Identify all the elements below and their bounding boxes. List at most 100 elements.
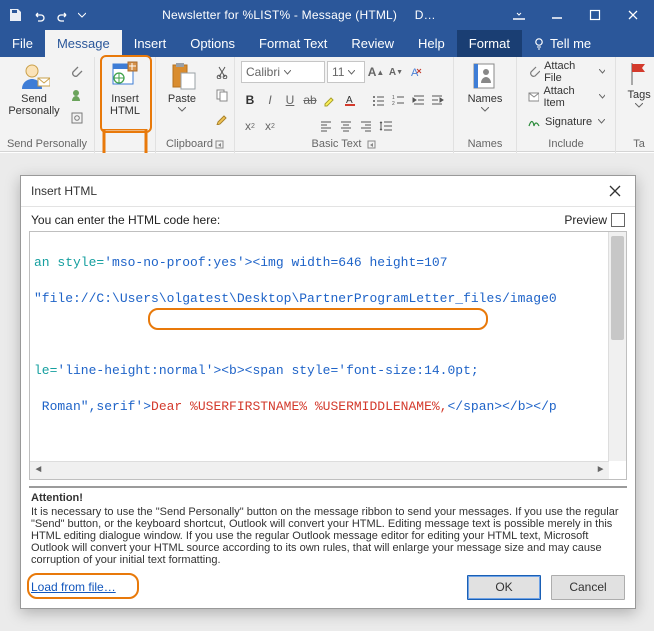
tab-options[interactable]: Options — [178, 30, 247, 57]
chevron-down-icon — [284, 70, 291, 75]
font-size-select[interactable]: 11 — [327, 61, 365, 83]
dialog-prompt: You can enter the HTML code here: — [31, 213, 220, 227]
bold-icon[interactable]: B — [241, 91, 259, 109]
dialog-title: Insert HTML — [31, 184, 97, 198]
tell-me[interactable]: Tell me — [522, 30, 601, 57]
settings-icon[interactable] — [66, 107, 88, 129]
minimize-button[interactable] — [540, 3, 574, 27]
preview-checkbox[interactable] — [611, 213, 625, 227]
tab-file[interactable]: File — [0, 30, 45, 57]
undo-icon[interactable] — [28, 4, 50, 26]
paperclip-icon — [527, 65, 540, 79]
attach-icon[interactable] — [66, 61, 88, 83]
cut-icon[interactable] — [211, 61, 233, 83]
tab-format[interactable]: Format — [457, 30, 522, 57]
save-icon[interactable] — [4, 4, 26, 26]
group-clipboard-label: Clipboard — [166, 136, 213, 152]
insert-html-button[interactable]: Insert HTML — [100, 59, 150, 119]
chevron-down-icon — [348, 70, 355, 75]
signature-button[interactable]: Signature — [523, 111, 609, 132]
scroll-left-icon[interactable]: ◄ — [30, 462, 47, 479]
signature-icon — [527, 115, 541, 129]
paste-label: Paste — [168, 93, 196, 105]
ok-button[interactable]: OK — [467, 575, 541, 600]
insert-html-icon — [110, 61, 140, 91]
attach-item-button[interactable]: Attach Item — [523, 86, 609, 107]
align-left-icon[interactable] — [317, 117, 335, 135]
close-button[interactable] — [616, 3, 650, 27]
indent-left-icon[interactable] — [409, 91, 427, 109]
attach-file-button[interactable]: Attach File — [523, 61, 609, 82]
line-spacing-icon[interactable] — [377, 117, 395, 135]
window-title: Newsletter for %LIST% - Message (HTML) D… — [96, 8, 502, 22]
tags-label: Tags — [627, 89, 650, 101]
send-personally-icon — [18, 61, 50, 91]
grow-font-icon[interactable]: A▲ — [367, 63, 385, 81]
superscript-icon[interactable]: x2 — [261, 117, 279, 135]
tags-button[interactable]: Tags — [622, 59, 654, 110]
redo-icon[interactable] — [52, 4, 74, 26]
strike-icon[interactable]: ab — [301, 91, 319, 109]
font-name-value: Calibri — [246, 65, 280, 79]
address-icon[interactable] — [66, 84, 88, 106]
tab-format-text[interactable]: Format Text — [247, 30, 339, 57]
dialog-launcher-icon[interactable] — [367, 140, 376, 149]
chevron-down-icon — [598, 119, 605, 124]
window-title-truncated: D… — [415, 8, 436, 22]
chevron-down-icon — [635, 103, 643, 108]
italic-icon[interactable]: I — [261, 91, 279, 109]
insert-html-dialog: Insert HTML You can enter the HTML code … — [20, 175, 636, 609]
align-center-icon[interactable] — [337, 117, 355, 135]
ribbon: Send Personally Send Personally Insert H… — [0, 57, 654, 152]
ribbon-tabs: File Message Insert Options Format Text … — [0, 30, 654, 57]
font-name-select[interactable]: Calibri — [241, 61, 325, 83]
svg-text:2: 2 — [392, 101, 395, 107]
tab-help[interactable]: Help — [406, 30, 457, 57]
paste-icon — [167, 61, 197, 91]
tell-me-label: Tell me — [550, 36, 591, 51]
underline-icon[interactable]: U — [281, 91, 299, 109]
send-personally-button[interactable]: Send Personally — [6, 59, 62, 119]
insert-html-label: Insert HTML — [110, 93, 140, 117]
dialog-launcher-icon[interactable] — [215, 140, 224, 149]
names-button[interactable]: Names — [460, 59, 510, 114]
send-personally-label: Send Personally — [8, 93, 59, 117]
vertical-scrollbar[interactable] — [608, 232, 626, 461]
dialog-close-button[interactable] — [601, 180, 629, 202]
ribbon-options-icon[interactable] — [502, 3, 536, 27]
chevron-down-icon — [481, 107, 489, 112]
indent-right-icon[interactable] — [429, 91, 447, 109]
horizontal-scrollbar[interactable]: ◄► — [30, 461, 609, 479]
font-color-icon[interactable]: A — [341, 91, 359, 109]
clear-formatting-icon[interactable]: A — [407, 63, 425, 81]
tab-review[interactable]: Review — [339, 30, 406, 57]
paste-button[interactable]: Paste — [157, 59, 207, 114]
align-right-icon[interactable] — [357, 117, 375, 135]
maximize-button[interactable] — [578, 3, 612, 27]
flag-icon — [628, 61, 650, 87]
attach-file-label: Attach File — [544, 60, 593, 84]
copy-icon[interactable] — [211, 84, 233, 106]
font-size-value: 11 — [332, 65, 344, 79]
shrink-font-icon[interactable]: A▼ — [387, 63, 405, 81]
bullets-icon[interactable] — [369, 91, 387, 109]
html-code-editor[interactable]: an style='mso-no-proof:yes'><img width=6… — [29, 231, 627, 480]
attention-title: Attention! — [31, 492, 625, 504]
scroll-right-icon[interactable]: ► — [592, 462, 609, 479]
group-send-personally-label: Send Personally — [7, 135, 87, 153]
group-include-label: Include — [548, 135, 583, 153]
tab-insert[interactable]: Insert — [122, 30, 179, 57]
format-painter-icon[interactable] — [211, 107, 233, 129]
numbering-icon[interactable]: 12 — [389, 91, 407, 109]
load-from-file-link[interactable]: Load from file… — [31, 580, 116, 594]
group-names-label: Names — [468, 135, 503, 153]
cancel-button[interactable]: Cancel — [551, 575, 625, 600]
attention-panel: Attention! It is necessary to use the "S… — [29, 486, 627, 566]
subscript-icon[interactable]: x2 — [241, 117, 259, 135]
qat-more-icon[interactable] — [76, 4, 88, 26]
lightbulb-icon — [532, 37, 546, 51]
tab-message[interactable]: Message — [45, 30, 122, 57]
highlight-icon[interactable] — [321, 91, 339, 109]
window-title-text: Newsletter for %LIST% - Message (HTML) — [162, 8, 397, 22]
preview-label: Preview — [564, 213, 607, 227]
